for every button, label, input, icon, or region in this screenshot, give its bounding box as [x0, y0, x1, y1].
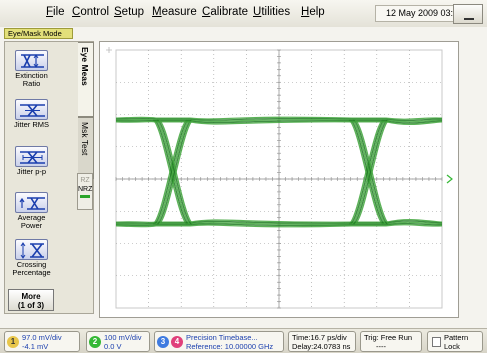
eye-diagram — [106, 47, 453, 309]
extinction-ratio-button[interactable]: Extinction Ratio — [8, 50, 55, 88]
nrz-selected-indicator — [80, 195, 90, 198]
pattern-lock-text: Pattern Lock — [444, 333, 468, 351]
more-button[interactable]: More (1 of 3) — [8, 289, 54, 311]
crossing-percentage-icon — [15, 239, 48, 260]
rz-option[interactable]: RZ — [78, 174, 92, 185]
menu-help-label: elp — [309, 6, 325, 18]
average-power-button[interactable]: Average Power — [8, 192, 55, 230]
channel-2-setup[interactable]: 2 100 mV/div 0.0 V — [86, 331, 150, 352]
extinction-ratio-icon — [15, 50, 48, 71]
menu-control-label: ontrol — [80, 6, 110, 18]
channel-1-setup[interactable]: 1 97.0 mV/div -4.1 mV — [4, 331, 80, 352]
pattern-lock-button[interactable]: Pattern Lock — [427, 331, 483, 352]
menu-control[interactable]: Control — [72, 6, 109, 18]
channel-2-offset: 0.0 V — [104, 341, 122, 351]
more-label: More — [21, 292, 41, 301]
menu-setup-label: etup — [121, 6, 145, 18]
tab-mask-test-label: Msk Test — [80, 122, 90, 156]
trigger-setup[interactable]: Trig: Free Run ---- — [360, 331, 422, 352]
measurement-panel: Extinction Ratio Jitter RMS Jitter p-p A… — [4, 41, 94, 314]
menu-utilities[interactable]: Utilities — [253, 6, 290, 18]
channel-1-offset: -4.1 mV — [22, 341, 49, 351]
rz-nrz-selector[interactable]: RZ NRZ — [77, 173, 93, 210]
more-page-label: (1 of 3) — [17, 301, 45, 310]
timebase-setup[interactable]: 3 4 Precision Timebase... Reference: 10.0… — [154, 331, 284, 352]
jitter-pp-button[interactable]: Jitter p-p — [8, 146, 55, 176]
channel-2-badge: 2 — [89, 336, 101, 348]
corner-marker — [106, 47, 112, 53]
menu-bar: File Control Setup Measure Calibrate Uti… — [0, 0, 487, 27]
timebase-text: Precision Timebase... Reference: 10.00000… — [186, 333, 274, 351]
tab-eye-meas-label: Eye Meas — [80, 47, 90, 86]
channel-level-marker — [446, 174, 453, 184]
channel-1-text: 97.0 mV/div -4.1 mV — [22, 333, 62, 351]
trigger-text: Trig: Free Run ---- — [364, 333, 413, 351]
lock-icon — [432, 337, 441, 347]
crossing-percentage-button[interactable]: Crossing Percentage — [8, 239, 55, 277]
menu-setup[interactable]: Setup — [114, 6, 144, 18]
tab-mask-test[interactable]: Msk Test — [78, 117, 94, 179]
delay-value: Delay:24.0783 ns — [292, 341, 351, 351]
menu-file-accel: F — [46, 6, 54, 18]
menu-file-label: ile — [53, 6, 65, 18]
menu-measure-label: easure — [161, 6, 197, 18]
jitter-pp-icon — [15, 146, 48, 167]
minimize-button[interactable] — [453, 4, 483, 24]
menu-file[interactable]: File — [46, 6, 65, 18]
crossing-percentage-label-2: Percentage — [12, 268, 51, 277]
tab-eye-meas[interactable]: Eye Meas — [78, 42, 94, 117]
average-power-label-2: Power — [20, 221, 43, 230]
jitter-rms-button[interactable]: Jitter RMS — [8, 99, 55, 129]
status-bar: 1 97.0 mV/div -4.1 mV 2 100 mV/div 0.0 V 3… — [0, 328, 487, 353]
jitter-pp-label: Jitter p-p — [16, 167, 47, 176]
channel-1-badge: 1 — [7, 336, 19, 348]
horizontal-text: Time:16.7 ps/div Delay:24.0783 ns — [292, 333, 351, 351]
trigger-mode: Trig: Free Run — [364, 333, 413, 342]
extinction-ratio-label-2: Ratio — [22, 79, 41, 88]
menu-calibrate-label: alibrate — [210, 6, 249, 18]
channel-2-text: 100 mV/div 0.0 V — [104, 333, 142, 351]
menu-help[interactable]: Help — [301, 6, 325, 18]
menu-measure[interactable]: Measure — [152, 6, 197, 18]
menu-measure-accel: M — [152, 6, 162, 18]
menu-utilities-label: tilities — [261, 6, 291, 18]
nrz-option[interactable]: NRZ — [78, 185, 92, 194]
waveform-display[interactable] — [99, 41, 459, 318]
menu-calibrate[interactable]: Calibrate — [202, 6, 248, 18]
trigger-level: ---- — [376, 341, 386, 351]
mode-label: Eye/Mask Mode — [4, 28, 73, 39]
channel-4-badge[interactable]: 4 — [171, 336, 183, 348]
timebase-reference: Reference: 10.00000 GHz — [186, 341, 274, 351]
menu-setup-accel: S — [114, 6, 122, 18]
jitter-rms-label: Jitter RMS — [13, 120, 49, 129]
jitter-rms-icon — [15, 99, 48, 120]
channel-3-badge[interactable]: 3 — [157, 336, 169, 348]
lock-label: Lock — [444, 341, 460, 351]
horizontal-setup[interactable]: Time:16.7 ps/div Delay:24.0783 ns — [288, 331, 356, 352]
average-power-icon — [15, 192, 48, 213]
